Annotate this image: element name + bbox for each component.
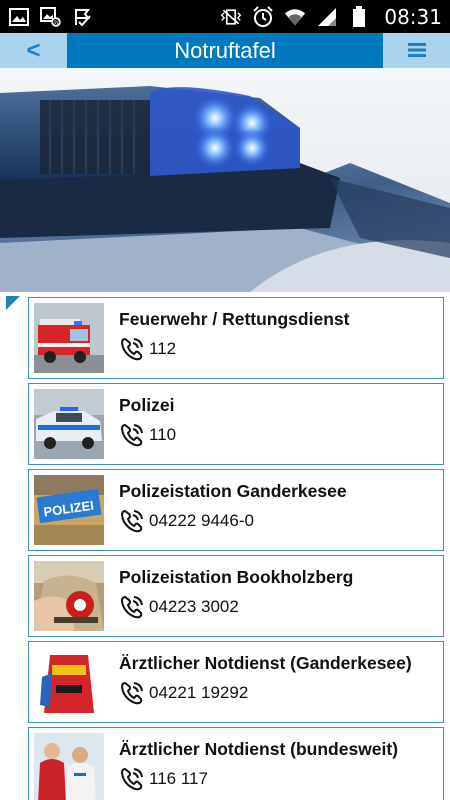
- medic-bag-thumbnail: [34, 647, 104, 717]
- contact-list: Feuerwehr / Rettungsdienst 112 Polizei 1…: [0, 292, 450, 800]
- back-button[interactable]: <: [0, 33, 67, 68]
- contact-card-aerztlicher-notdienst-ganderkesee[interactable]: Ärztlicher Notdienst (Ganderkesee) 04221…: [28, 641, 444, 723]
- polizei-sign-thumbnail: POLIZEI: [34, 475, 104, 545]
- page-title: Notruftafel: [174, 37, 276, 63]
- contact-title: Polizeistation Bookholzberg: [119, 567, 354, 587]
- phone-ringing-icon: [120, 337, 143, 361]
- battery-icon: [348, 5, 370, 28]
- contact-card-polizeistation-ganderkesee[interactable]: POLIZEI Polizeistation Ganderkesee 04222…: [28, 469, 444, 551]
- phone-ringing-icon: [120, 767, 143, 791]
- phone-ringing-icon: [120, 509, 143, 533]
- app-bar: < Notruftafel: [0, 33, 450, 68]
- contact-card-polizei[interactable]: Polizei 110: [28, 383, 444, 465]
- wifi-icon: [284, 6, 306, 28]
- doctors-thumbnail: [34, 733, 104, 800]
- contact-title: Feuerwehr / Rettungsdienst: [119, 309, 350, 329]
- contact-card-feuerwehr[interactable]: Feuerwehr / Rettungsdienst 112: [28, 297, 444, 379]
- signal-icon: [316, 6, 338, 28]
- phone-ringing-icon: [120, 681, 143, 705]
- status-bar-left: @: [8, 6, 94, 28]
- check-flag-icon: [72, 6, 94, 28]
- contact-title: Ärztlicher Notdienst (Ganderkesee): [119, 653, 412, 673]
- phone-ringing-icon: [120, 423, 143, 447]
- contact-title: Polizei: [119, 395, 175, 415]
- contact-phone-row[interactable]: 04221 19292: [119, 680, 412, 706]
- contact-phone-number: 04222 9446-0: [149, 511, 254, 530]
- fire-truck-thumbnail: [34, 303, 104, 373]
- contact-phone-row[interactable]: 112: [119, 336, 349, 362]
- police-car-blue-light-image: [0, 68, 450, 292]
- svg-text:@: @: [53, 18, 60, 26]
- menu-button[interactable]: [383, 33, 450, 68]
- alarm-icon: [252, 5, 274, 28]
- status-bar: @ 08:31: [0, 0, 450, 33]
- selection-corner-marker: [6, 296, 20, 310]
- contact-phone-row[interactable]: 116 117: [119, 766, 398, 792]
- vibrate-icon: [220, 6, 242, 28]
- contact-card-aerztlicher-notdienst-bundesweit[interactable]: Ärztlicher Notdienst (bundesweit) 116 11…: [28, 727, 444, 800]
- contact-phone-row[interactable]: 04222 9446-0: [119, 508, 347, 534]
- contact-phone-number: 04221 19292: [149, 683, 249, 702]
- police-car-thumbnail: [34, 389, 104, 459]
- gallery-icon: [8, 6, 30, 28]
- police-officer-thumbnail: [34, 561, 104, 631]
- hamburger-menu-icon: [407, 37, 426, 65]
- hero-image: [0, 68, 450, 292]
- status-bar-right: 08:31: [220, 5, 442, 29]
- contact-phone-number: 116 117: [149, 769, 208, 788]
- contact-card-polizeistation-bookholzberg[interactable]: Polizeistation Bookholzberg 04223 3002: [28, 555, 444, 637]
- image-at-icon: @: [40, 6, 62, 28]
- status-time: 08:31: [384, 4, 442, 29]
- back-label: <: [26, 36, 41, 64]
- contact-phone-row[interactable]: 04223 3002: [119, 594, 353, 620]
- contact-phone-number: 110: [149, 425, 177, 444]
- contact-phone-number: 04223 3002: [149, 597, 239, 616]
- contact-title: Polizeistation Ganderkesee: [119, 481, 347, 501]
- phone-ringing-icon: [120, 595, 143, 619]
- contact-phone-row[interactable]: 110: [119, 422, 176, 448]
- contact-title: Ärztlicher Notdienst (bundesweit): [119, 739, 399, 759]
- contact-phone-number: 112: [149, 339, 177, 358]
